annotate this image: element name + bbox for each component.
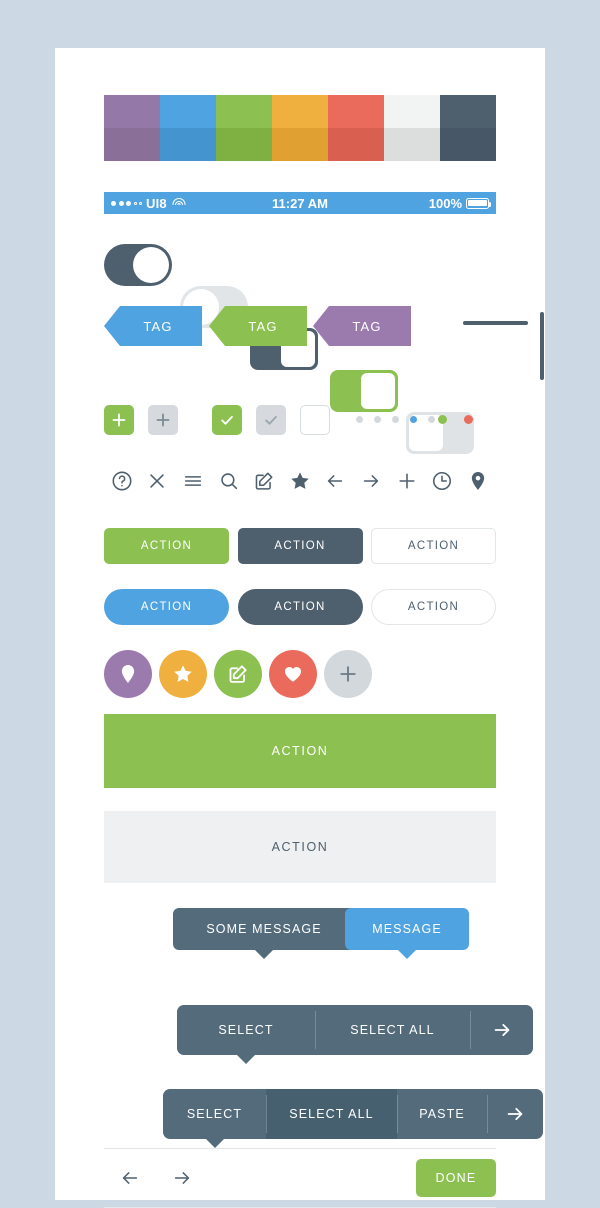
tag-chip[interactable]: TAG [104,306,202,346]
status-dots [438,415,473,424]
action-button-row-rect: ACTION ACTION ACTION [104,528,496,564]
action-button-row-pill: ACTION ACTION ACTION [104,589,496,625]
palette-swatch-white [384,95,440,161]
tag-chip[interactable]: TAG [209,306,307,346]
page-dot[interactable] [428,416,435,423]
icon-row [104,466,496,496]
tooltip-tail [255,950,273,959]
toolbar-tail [237,1055,255,1064]
primary-action-banner[interactable]: ACTION [104,714,496,788]
page-dot[interactable] [392,416,399,423]
circle-button-star[interactable] [159,650,207,698]
circle-button-heart[interactable] [269,650,317,698]
ui-kit-card: UI8 11:27 AM 100% TAG TAG TAG ACTION ACTION… [55,48,545,1208]
palette-swatch-red [328,95,384,161]
toolbar-segment[interactable]: SELECT ALL [266,1089,397,1139]
location-icon[interactable] [460,470,496,492]
tag-label: TAG [143,318,173,334]
tooltip-tail [398,950,416,959]
palette-swatch-orange [272,95,328,161]
compose-icon[interactable] [246,470,282,492]
circle-button-plus[interactable] [324,650,372,698]
action-button[interactable]: ACTION [237,528,363,564]
tooltip-label: SOME MESSAGE [206,922,322,936]
horizontal-divider-sample [463,321,528,325]
toolbar-arrow-right-icon[interactable] [470,1005,533,1055]
toggle-knob [361,373,395,409]
palette-swatch-slate [440,95,496,161]
action-button[interactable]: ACTION [371,528,496,564]
color-palette [104,95,496,161]
battery-full-icon [466,197,492,209]
checkbox-check-gray[interactable] [256,405,286,435]
search-icon[interactable] [211,470,247,492]
page-dot[interactable] [374,416,381,423]
circle-button-row [104,650,496,698]
tooltip-message[interactable]: MESSAGE [345,908,469,959]
tag-label: TAG [248,318,278,334]
toolbar-segment[interactable]: PASTE [397,1089,487,1139]
help-icon[interactable] [104,470,140,492]
checkbox-check-green[interactable] [212,405,242,435]
arrow-right-icon[interactable] [353,470,389,492]
toggle-knob [133,247,169,283]
toolbar-arrow-right-icon[interactable] [487,1089,543,1139]
checkbox-empty[interactable] [300,405,330,435]
tooltip-group: SOME MESSAGE MESSAGE [104,908,496,959]
circle-button-location[interactable] [104,650,152,698]
palette-swatch-blue [160,95,216,161]
status-dot-green [438,415,447,424]
secondary-action-banner[interactable]: ACTION [104,811,496,883]
tag-chip[interactable]: TAG [313,306,411,346]
action-button[interactable]: ACTION [237,589,363,625]
bottom-navigation-bar: DONE [104,1148,496,1208]
close-icon[interactable] [140,470,176,492]
tooltip-some-message[interactable]: SOME MESSAGE [173,908,355,959]
done-button[interactable]: DONE [416,1159,496,1197]
toolbar-segment[interactable]: SELECT [177,1005,315,1055]
page-dot[interactable] [356,416,363,423]
tag-group: TAG TAG TAG [104,306,544,380]
status-bar-right: 100% [428,195,492,211]
battery-percent-label: 100% [428,195,462,211]
action-button[interactable]: ACTION [371,589,496,625]
palette-swatch-green [216,95,272,161]
status-dot-red [464,415,473,424]
toolbar-tail [206,1139,224,1148]
arrow-left-icon[interactable] [104,1167,156,1189]
action-button[interactable]: ACTION [104,589,229,625]
circle-button-compose[interactable] [214,650,262,698]
arrow-left-icon[interactable] [318,470,354,492]
checkbox-plus-gray[interactable] [148,405,178,435]
vertical-divider-sample [540,312,544,380]
status-bar: UI8 11:27 AM 100% [104,192,496,214]
menu-icon[interactable] [175,470,211,492]
arrow-right-icon[interactable] [156,1167,208,1189]
checkbox-plus-green[interactable] [104,405,134,435]
toolbar-segment[interactable]: SELECT [163,1089,266,1139]
action-button[interactable]: ACTION [104,528,229,564]
clock-icon[interactable] [424,470,460,492]
page-dot-active[interactable] [410,416,417,423]
select-toolbar-extended: SELECT SELECT ALL PASTE [163,1089,543,1148]
checkbox-group [104,405,496,437]
toggle-pill-on-dark[interactable] [104,244,172,286]
palette-swatch-purple [104,95,160,161]
toggle-switch-group [104,244,496,454]
page-dots[interactable] [356,416,435,423]
plus-icon[interactable] [389,470,425,492]
select-toolbar-compact: SELECT SELECT ALL [177,1005,533,1064]
star-icon[interactable] [282,470,318,492]
tooltip-label: MESSAGE [372,922,442,936]
toolbar-segment[interactable]: SELECT ALL [315,1005,470,1055]
tag-label: TAG [352,318,382,334]
